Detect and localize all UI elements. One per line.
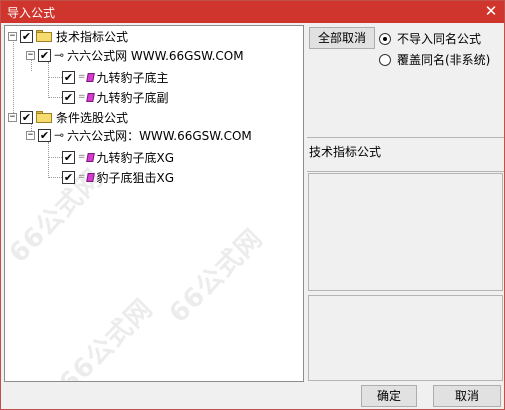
- tree-connector: [48, 157, 62, 158]
- tree-connector: [48, 177, 62, 178]
- tree-connector: [48, 97, 62, 98]
- formula-tree[interactable]: 66公式网 66公式网 66公式网 − ✔ 技术指标公式 − ✔ ⊸ 六六公式网…: [4, 25, 304, 382]
- tree-node-label: 九转豹子底副: [96, 90, 169, 105]
- formula-icon: =: [78, 172, 95, 182]
- divider: [307, 137, 504, 138]
- options-panel: 全部取消 不导入同名公式 覆盖同名(非系统) 技术指标公式: [307, 25, 504, 382]
- tree-node-label: 九转豹子底主: [96, 70, 169, 85]
- key-icon: ⊸: [54, 48, 65, 62]
- tree-connector: [48, 77, 62, 78]
- folder-icon: [36, 30, 52, 42]
- tree-node-formula[interactable]: ✔ = 九转豹子底主: [62, 68, 169, 86]
- tree-connector: [48, 62, 49, 98]
- tree-node-formula[interactable]: ✔ = 九转豹子底副: [62, 88, 169, 106]
- tree-node-label: 技术指标公式: [56, 29, 129, 44]
- formula-params-box: [308, 295, 503, 381]
- radio-skip-duplicates[interactable]: 不导入同名公式: [379, 30, 481, 47]
- radio-overwrite-duplicates[interactable]: 覆盖同名(非系统): [379, 51, 490, 68]
- cancel-all-button[interactable]: 全部取消: [309, 27, 375, 49]
- checkbox[interactable]: ✔: [20, 29, 33, 43]
- watermark: 66公式网: [163, 223, 270, 330]
- collapse-icon[interactable]: −: [8, 112, 17, 122]
- category-label: 技术指标公式: [309, 145, 382, 159]
- formula-icon: =: [78, 72, 95, 82]
- checkbox[interactable]: ✔: [62, 90, 75, 104]
- cancel-button[interactable]: 取消: [433, 385, 501, 407]
- title-bar[interactable]: 导入公式 ✕: [1, 1, 504, 23]
- close-icon[interactable]: ✕: [480, 2, 502, 22]
- divider: [307, 171, 504, 172]
- ok-button[interactable]: 确定: [361, 385, 417, 407]
- watermark: 66公式网: [53, 293, 160, 382]
- collapse-icon[interactable]: −: [26, 130, 35, 140]
- tree-node-label: 九转豹子底XG: [96, 150, 175, 165]
- radio-button[interactable]: [379, 32, 391, 45]
- key-icon: ⊸: [54, 128, 65, 142]
- radio-label: 覆盖同名(非系统): [397, 53, 491, 67]
- tree-connector: [48, 142, 49, 178]
- tree-node-label: 豹子底狙击XG: [96, 170, 175, 185]
- collapse-icon[interactable]: −: [26, 50, 35, 60]
- tree-node-label: 六六公式网：WWW.66GSW.COM: [67, 128, 252, 143]
- dialog-title: 导入公式: [7, 6, 56, 20]
- tree-node-label: 条件选股公式: [56, 110, 129, 125]
- tree-node-formula[interactable]: ✔ = 九转豹子底XG: [62, 148, 174, 166]
- formula-description-box: [308, 173, 503, 291]
- checkbox[interactable]: ✔: [62, 150, 75, 164]
- checkbox[interactable]: ✔: [38, 48, 51, 62]
- tree-node-source[interactable]: − ✔ ⊸ 六六公式网：WWW.66GSW.COM: [26, 126, 252, 144]
- radio-label: 不导入同名公式: [397, 32, 482, 46]
- formula-icon: =: [78, 152, 95, 162]
- checkbox[interactable]: ✔: [62, 70, 75, 84]
- checkbox[interactable]: ✔: [62, 170, 75, 184]
- tree-node-formula[interactable]: ✔ = 豹子底狙击XG: [62, 168, 174, 186]
- formula-icon: =: [78, 92, 95, 102]
- folder-icon: [36, 111, 52, 123]
- import-formula-dialog: 导入公式 ✕ 66公式网 66公式网 66公式网 − ✔ 技术指标公式 − ✔ …: [0, 0, 505, 410]
- collapse-icon[interactable]: −: [8, 31, 17, 41]
- tree-node-technical-formulas[interactable]: − ✔ 技术指标公式: [8, 27, 128, 45]
- checkbox[interactable]: ✔: [38, 128, 51, 142]
- tree-node-label: 六六公式网 WWW.66GSW.COM: [67, 48, 244, 63]
- checkbox[interactable]: ✔: [20, 110, 33, 124]
- tree-node-source[interactable]: − ✔ ⊸ 六六公式网 WWW.66GSW.COM: [26, 46, 244, 64]
- radio-button[interactable]: [379, 53, 391, 66]
- tree-node-screening-formulas[interactable]: − ✔ 条件选股公式: [8, 108, 128, 126]
